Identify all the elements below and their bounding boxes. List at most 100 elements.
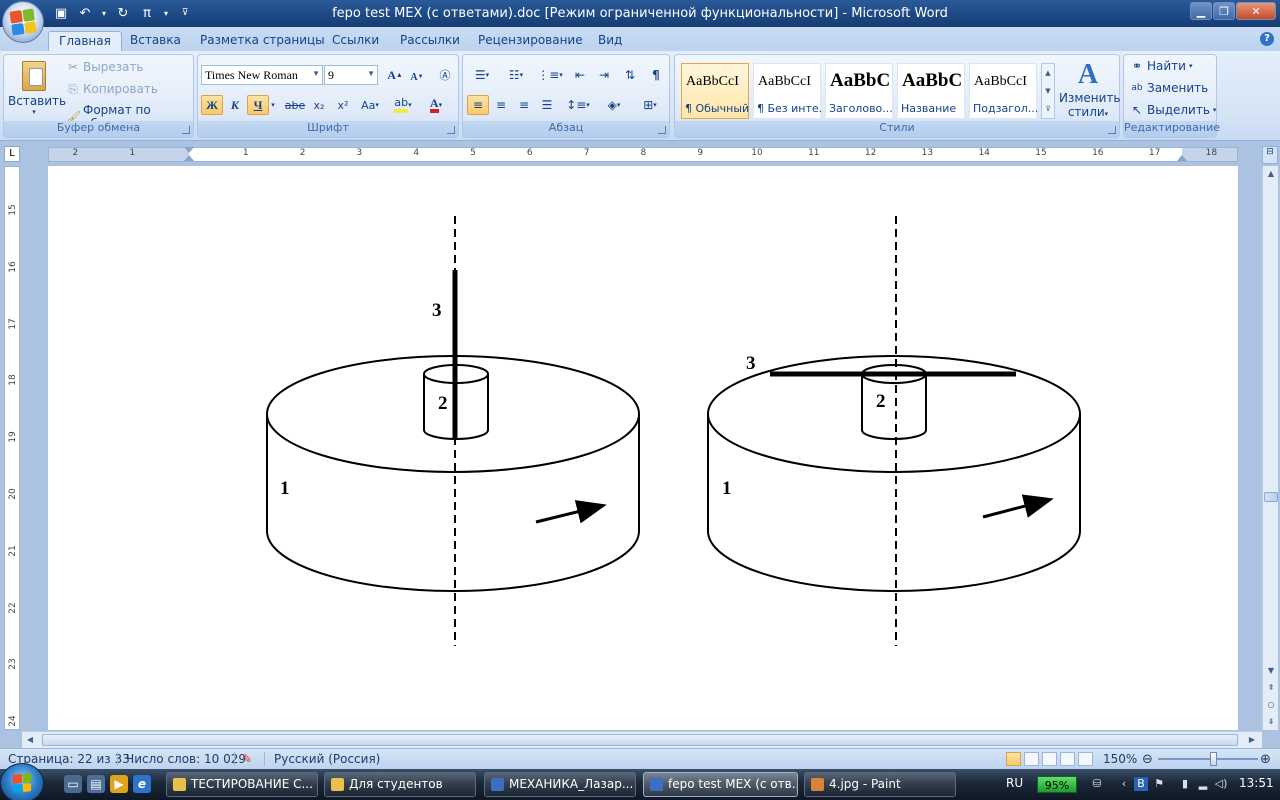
scroll-up-icon[interactable]: ▲ <box>1263 166 1279 182</box>
switch-windows-icon[interactable]: ▤ <box>87 775 105 793</box>
underline-button[interactable]: Ч <box>247 95 269 115</box>
signal-icon[interactable]: ▂ <box>1196 777 1210 791</box>
minimize-button[interactable]: ▁ <box>1190 2 1212 20</box>
taskbar-item-active[interactable]: fepo test MEX (с отв... <box>643 772 798 797</box>
vertical-scroll-thumb[interactable] <box>1264 492 1278 502</box>
multilevel-list-button[interactable]: ⋮≡ ▾ <box>535 65 565 85</box>
select-button[interactable]: ↖ Выделить ▾ <box>1130 103 1216 117</box>
justify-button[interactable]: ☰ <box>536 95 558 115</box>
styles-scroll[interactable]: ▲ ▼ ⊽ <box>1041 63 1055 119</box>
scroll-right-icon[interactable]: ▶ <box>1244 732 1260 748</box>
proofing-icon[interactable]: ✎ <box>242 752 252 766</box>
clear-formatting-button[interactable]: Ⓐ <box>434 65 456 85</box>
tray-expand-icon[interactable]: ‹ <box>1117 777 1131 791</box>
font-name-combo[interactable]: Times New Roman ▼ <box>201 65 323 85</box>
show-desktop-icon[interactable]: ▭ <box>64 775 82 793</box>
vertical-scrollbar[interactable]: ▲ ▼ ⇞ ○ ⇟ <box>1262 166 1278 730</box>
increase-indent-button[interactable]: ⇥ <box>593 65 615 85</box>
tab-references[interactable]: Ссылки <box>322 31 389 51</box>
clipboard-launcher-icon[interactable] <box>182 126 190 134</box>
right-indent-marker[interactable] <box>1177 155 1187 161</box>
style-normal[interactable]: AaBbCcI ¶ Обычный <box>681 63 749 119</box>
battery-indicator[interactable]: 95% <box>1037 776 1077 793</box>
paste-button[interactable]: Вставить ▾ <box>8 59 66 119</box>
taskbar-item[interactable]: МЕХАНИКА_Лазар... <box>484 772 636 797</box>
first-line-indent-marker[interactable] <box>184 147 194 153</box>
zoom-out-icon[interactable]: ⊖ <box>1142 752 1153 767</box>
tab-stop-selector[interactable]: L <box>4 146 20 162</box>
taskbar-item[interactable]: ТЕСТИРОВАНИЕ С... <box>166 772 318 797</box>
volume-icon[interactable]: ◁) <box>1214 777 1228 791</box>
tab-mailings[interactable]: Рассылки <box>390 31 470 51</box>
superscript-button[interactable]: x² <box>332 95 354 115</box>
replace-button[interactable]: ab Заменить <box>1130 81 1208 95</box>
next-page-icon[interactable]: ⇟ <box>1263 714 1279 730</box>
style-heading-1[interactable]: AaBbC Заголово... <box>825 63 893 119</box>
start-button[interactable] <box>0 763 44 800</box>
taskbar-item[interactable]: 4.jpg - Paint <box>804 772 956 797</box>
align-center-button[interactable]: ≡ <box>490 95 512 115</box>
close-button[interactable]: ✕ <box>1236 2 1276 20</box>
align-left-button[interactable]: ≡ <box>467 95 489 115</box>
show-marks-button[interactable]: ¶ <box>645 65 667 85</box>
horizontal-ruler[interactable]: 2 1 1 2 3 4 5 6 7 8 9 10 11 12 13 14 15 16 17 18 <box>48 147 1238 162</box>
word-count[interactable]: Число слов: 10 029 <box>126 752 246 766</box>
office-button[interactable] <box>2 1 44 43</box>
change-case-button[interactable]: Aa ▾ <box>356 95 384 115</box>
zoom-slider[interactable] <box>1158 758 1258 760</box>
view-ruler-button[interactable]: ⊟ <box>1262 146 1278 164</box>
style-title[interactable]: AaBbC Название <box>897 63 965 119</box>
select-browse-object-icon[interactable]: ○ <box>1263 697 1279 713</box>
input-language[interactable]: RU <box>1006 776 1023 790</box>
power-icon[interactable]: ▮ <box>1178 777 1192 791</box>
shrink-font-button[interactable]: A ▼ <box>406 67 428 87</box>
tab-insert[interactable]: Вставка <box>120 31 191 51</box>
print-layout-view-icon[interactable] <box>1006 752 1021 766</box>
zoom-level[interactable]: 150% <box>1103 752 1137 766</box>
outline-view-icon[interactable] <box>1060 752 1075 766</box>
copy-button[interactable]: ⎘ Копировать <box>66 82 158 96</box>
full-screen-reading-icon[interactable] <box>1024 752 1039 766</box>
network-icon[interactable]: ⛁ <box>1090 777 1104 791</box>
document-page[interactable]: 3 2 1 3 2 1 <box>48 166 1238 730</box>
font-color-button[interactable]: A ▾ <box>422 95 450 115</box>
underline-dropdown-icon[interactable]: ▾ <box>268 95 278 115</box>
find-button[interactable]: ⚭ Найти ▾ <box>1130 59 1193 73</box>
horizontal-scroll-thumb[interactable] <box>42 734 1238 746</box>
change-styles-button[interactable]: A Изменить стили▾ <box>1059 59 1121 121</box>
borders-button[interactable]: ⊞ ▾ <box>635 95 665 115</box>
subscript-button[interactable]: x₂ <box>308 95 330 115</box>
maximize-button[interactable]: ❐ <box>1213 2 1235 20</box>
tab-page-layout[interactable]: Разметка страницы <box>190 31 335 51</box>
vertical-ruler[interactable]: 15 16 17 18 19 20 21 22 23 24 <box>4 166 20 730</box>
styles-launcher-icon[interactable] <box>1108 126 1116 134</box>
numbering-button[interactable]: ☷ ▾ <box>501 65 531 85</box>
bullets-button[interactable]: ☰ ▾ <box>467 65 497 85</box>
paragraph-launcher-icon[interactable] <box>658 126 666 134</box>
font-launcher-icon[interactable] <box>447 126 455 134</box>
zoom-slider-thumb[interactable] <box>1210 752 1217 766</box>
tab-review[interactable]: Рецензирование <box>468 31 593 51</box>
strikethrough-button[interactable]: abe <box>284 95 306 115</box>
bluetooth-icon[interactable]: B <box>1134 777 1148 791</box>
line-spacing-button[interactable]: ↕≡ ▾ <box>563 95 593 115</box>
tab-home[interactable]: Главная <box>48 31 122 51</box>
help-icon[interactable]: ? <box>1260 32 1274 46</box>
cut-button[interactable]: ✂ Вырезать <box>66 60 144 74</box>
zoom-in-icon[interactable]: ⊕ <box>1260 752 1271 767</box>
hanging-indent-marker[interactable] <box>184 155 194 161</box>
shading-button[interactable]: ◈ ▾ <box>599 95 629 115</box>
previous-page-icon[interactable]: ⇞ <box>1263 680 1279 696</box>
taskbar-item[interactable]: Для студентов <box>324 772 476 797</box>
italic-button[interactable]: К <box>224 95 246 115</box>
align-right-button[interactable]: ≡ <box>513 95 535 115</box>
flag-icon[interactable]: ⚑ <box>1152 777 1166 791</box>
clock[interactable]: 13:51 <box>1239 776 1274 790</box>
horizontal-scrollbar[interactable]: ◀ ▶ <box>22 731 1262 748</box>
highlight-button[interactable]: ab ▾ <box>390 95 416 115</box>
tab-view[interactable]: Вид <box>588 31 632 51</box>
grow-font-button[interactable]: A ▲ <box>384 65 406 85</box>
sort-button[interactable]: ⇅ <box>619 65 641 85</box>
language-indicator[interactable]: Русский (Россия) <box>274 752 380 766</box>
web-layout-view-icon[interactable] <box>1042 752 1057 766</box>
